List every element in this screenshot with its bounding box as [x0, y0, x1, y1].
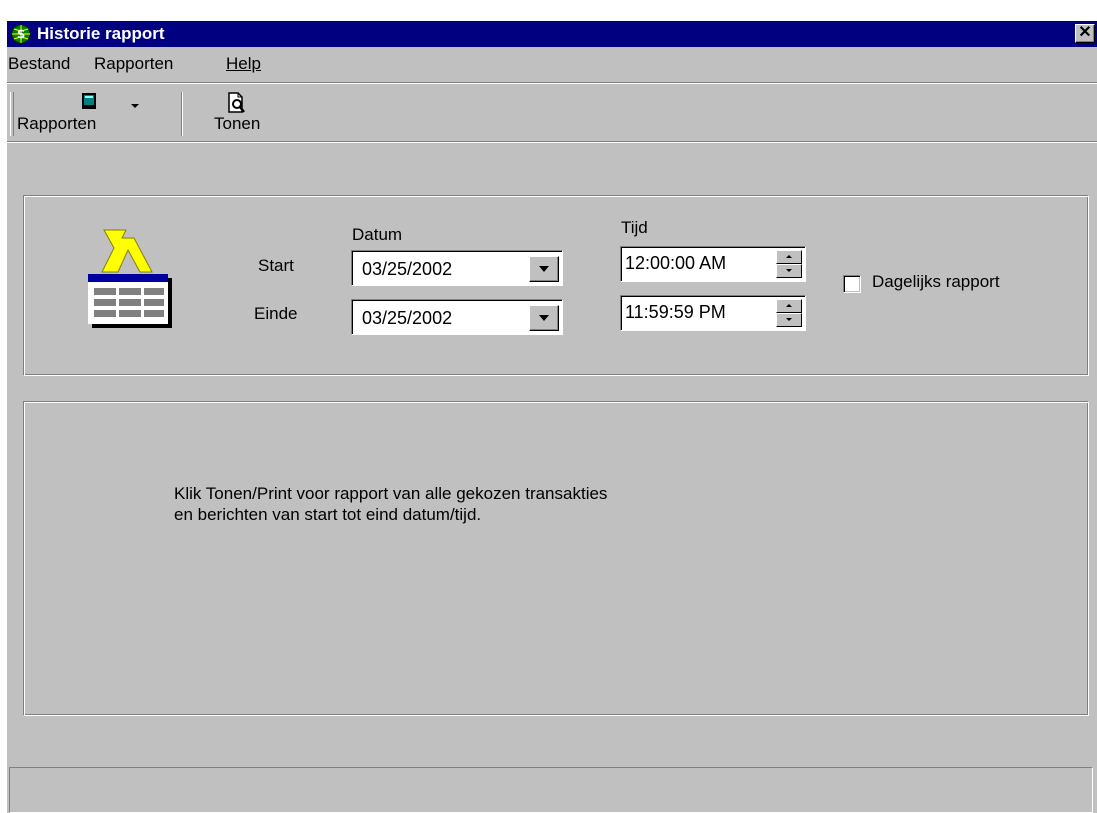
start-time-spinner — [776, 250, 802, 278]
toolbar-bottom-border — [7, 141, 1097, 143]
end-time-spin-up[interactable] — [776, 299, 802, 313]
menu-separator — [7, 82, 1097, 84]
tijd-header: Tijd — [621, 218, 648, 237]
end-time-spin-down[interactable] — [776, 313, 802, 327]
info-text-line1: Klik Tonen/Print voor rapport van alle g… — [174, 484, 608, 503]
end-date-value: 03/25/2002 — [362, 308, 453, 328]
arrow-up-icon — [786, 255, 792, 258]
arrow-down-icon — [786, 269, 792, 272]
toolbar-separator — [181, 92, 183, 136]
report-calendar-icon — [88, 229, 172, 328]
globe-dollar-icon: $ — [11, 24, 31, 44]
start-date-value: 03/25/2002 — [362, 259, 453, 279]
arrow-up-icon — [786, 304, 792, 307]
chevron-down-icon — [131, 104, 139, 108]
start-time-value: 12:00:00 AM — [625, 253, 727, 273]
start-time-spin-down[interactable] — [776, 264, 802, 278]
einde-label: Einde — [254, 304, 298, 323]
tonen-button-label: Tonen — [214, 114, 261, 133]
start-date-dropdown-button[interactable] — [529, 256, 559, 282]
start-time-field[interactable]: 12:00:00 AM — [620, 246, 806, 282]
menu-rapporten[interactable]: Rapporten — [94, 54, 173, 74]
chevron-down-icon — [539, 266, 549, 272]
report-book-icon — [82, 93, 96, 109]
daily-report-checkbox[interactable] — [843, 275, 861, 293]
status-bar — [9, 767, 1093, 813]
toolbar-grip[interactable] — [10, 92, 14, 136]
menu-help[interactable]: Help — [226, 54, 261, 74]
end-date-dropdown[interactable]: 03/25/2002 — [351, 299, 563, 335]
menu-bar: Bestand Rapporten Help — [7, 49, 1097, 79]
svg-text:$: $ — [17, 27, 25, 41]
menu-bestand[interactable]: Bestand — [8, 54, 70, 74]
info-text-line2: en berichten van start tot eind datum/ti… — [174, 505, 482, 524]
print-preview-icon — [228, 92, 245, 113]
rapporten-button-label: Rapporten — [17, 114, 97, 133]
end-time-spinner — [776, 299, 802, 327]
start-label: Start — [258, 256, 294, 275]
window-title: Historie rapport — [37, 24, 165, 43]
info-panel: Klik Tonen/Print voor rapport van alle g… — [23, 401, 1089, 716]
end-date-dropdown-button[interactable] — [529, 305, 559, 331]
close-button[interactable]: ✕ — [1075, 24, 1095, 43]
tonen-button[interactable]: Tonen — [187, 88, 287, 136]
arrow-down-icon — [786, 318, 792, 321]
toolbar: Rapporten Tonen — [7, 86, 1097, 138]
end-time-value: 11:59:59 PM — [625, 302, 726, 322]
end-time-field[interactable]: 11:59:59 PM — [620, 295, 806, 331]
title-bar[interactable]: $ Historie rapport ✕ — [7, 21, 1097, 47]
daily-report-label[interactable]: Dagelijks rapport — [872, 272, 1000, 292]
date-time-panel: Datum Tijd Start Einde 03/25/2002 03/25/… — [23, 195, 1089, 376]
chevron-down-icon — [539, 315, 549, 321]
start-time-spin-up[interactable] — [776, 250, 802, 264]
datum-header: Datum — [352, 225, 403, 244]
start-date-dropdown[interactable]: 03/25/2002 — [351, 250, 563, 286]
history-report-window: $ Historie rapport ✕ Bestand Rapporten H… — [7, 21, 1097, 813]
close-icon: ✕ — [1078, 24, 1092, 41]
rapporten-dropdown-button[interactable]: Rapporten — [15, 88, 175, 136]
